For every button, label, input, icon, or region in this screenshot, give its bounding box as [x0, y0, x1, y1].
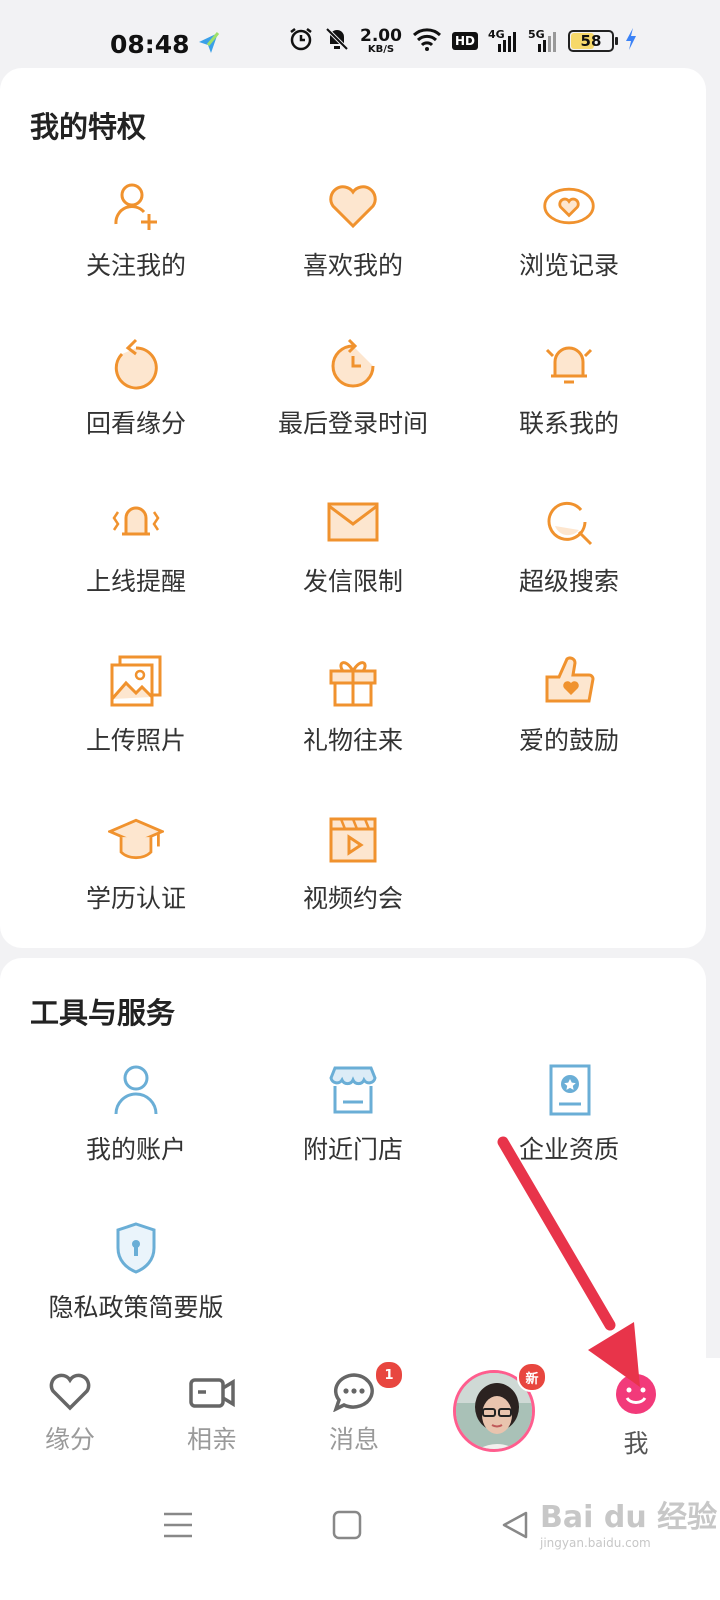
- privilege-rewind[interactable]: 回看缘分: [28, 336, 244, 440]
- privilege-online-reminder[interactable]: 上线提醒: [28, 494, 244, 598]
- message-count-badge: 1: [374, 1360, 404, 1390]
- photo-icon: [108, 653, 164, 709]
- gift-icon: [325, 653, 381, 709]
- tool-label: 企业资质: [518, 1135, 619, 1164]
- rewind-icon: [108, 336, 164, 392]
- tool-label: 隐私政策简要版: [48, 1293, 224, 1322]
- thumbs-up-heart-icon: [541, 653, 597, 709]
- video-camera-icon: [188, 1372, 236, 1416]
- privileges-card: 我的特权 关注我的 喜欢我的 浏览记录 回看缘分 最后登录时间 联系我的 上线提…: [0, 68, 706, 948]
- home-icon[interactable]: [332, 1510, 362, 1544]
- privilege-video-date[interactable]: 视频约会: [245, 811, 461, 915]
- privilege-gifts[interactable]: 礼物往来: [245, 653, 461, 757]
- nav-tab-fate[interactable]: 缘分: [20, 1372, 120, 1456]
- shield-lock-icon: [108, 1220, 164, 1276]
- tool-enterprise-qualification[interactable]: 企业资质: [461, 1062, 677, 1166]
- privileges-title: 我的特权: [30, 110, 147, 144]
- alarm-icon: [288, 26, 314, 56]
- heart-outline-icon: [48, 1372, 92, 1416]
- app-notification-icon: [196, 30, 222, 60]
- video-play-icon: [325, 811, 381, 867]
- heart-icon: [325, 178, 381, 234]
- privilege-label: 超级搜索: [518, 567, 619, 596]
- graduation-cap-icon: [108, 811, 164, 867]
- back-icon[interactable]: [500, 1510, 530, 1544]
- bell-vibrate-icon: [108, 494, 164, 550]
- privilege-label: 视频约会: [302, 884, 403, 913]
- nav-tab-blind-date[interactable]: 相亲: [162, 1372, 262, 1456]
- network-speed: 2.00 KB/S: [360, 25, 402, 55]
- tool-label: 我的账户: [85, 1135, 186, 1164]
- bottom-navigation: 缘分 相亲 消息 1 我: [0, 1358, 720, 1468]
- tool-label: 附近门店: [302, 1135, 403, 1164]
- privilege-label: 上线提醒: [85, 567, 186, 596]
- charging-icon: [624, 27, 638, 55]
- privilege-label: 回看缘分: [85, 409, 186, 438]
- privilege-education[interactable]: 学历认证: [28, 811, 244, 915]
- baidu-jingyan-watermark: Bai du 经验 jingyan.baidu.com: [540, 1500, 718, 1550]
- battery-indicator: 58: [567, 30, 618, 52]
- privilege-label: 浏览记录: [518, 251, 619, 280]
- wifi-icon: [412, 27, 442, 55]
- privilege-label: 联系我的: [518, 409, 619, 438]
- tools-title: 工具与服务: [30, 996, 176, 1030]
- clock-return-icon: [325, 336, 381, 392]
- privilege-last-login[interactable]: 最后登录时间: [245, 336, 461, 440]
- privilege-upload-photo[interactable]: 上传照片: [28, 653, 244, 757]
- privilege-browse-history[interactable]: 浏览记录: [461, 178, 677, 282]
- nav-label: 缘分: [44, 1425, 95, 1454]
- certificate-icon: [541, 1062, 597, 1118]
- smile-icon: [614, 1372, 658, 1420]
- privilege-super-search[interactable]: 超级搜索: [461, 494, 677, 598]
- privilege-label: 礼物往来: [302, 726, 403, 755]
- chat-bubble-icon: [332, 1372, 376, 1416]
- eye-heart-icon: [541, 178, 597, 234]
- privilege-contacted-me[interactable]: 联系我的: [461, 336, 677, 440]
- privilege-label: 发信限制: [302, 567, 403, 596]
- privilege-label: 学历认证: [85, 884, 186, 913]
- nav-tab-me[interactable]: 我: [586, 1372, 686, 1460]
- privilege-likes[interactable]: 喜欢我的: [245, 178, 461, 282]
- hd-voice-indicator: HD: [451, 32, 478, 50]
- privilege-followers[interactable]: 关注我的: [28, 178, 244, 282]
- tool-my-account[interactable]: 我的账户: [28, 1062, 244, 1166]
- status-time: 08:48: [110, 30, 190, 59]
- privilege-label: 关注我的: [85, 251, 186, 280]
- privilege-love-encourage[interactable]: 爱的鼓励: [461, 653, 677, 757]
- status-bar: 08:48 2.00 KB/S HD 4G 5G 58: [0, 0, 720, 68]
- tools-card: 工具与服务 我的账户 附近门店 企业资质 隐私政策简要版: [0, 958, 706, 1358]
- nav-label: 我: [623, 1429, 649, 1458]
- menu-icon[interactable]: [162, 1510, 194, 1544]
- privilege-label: 最后登录时间: [277, 409, 428, 438]
- bell-ringing-icon: [541, 336, 597, 392]
- privilege-letter-limit[interactable]: 发信限制: [245, 494, 461, 598]
- tool-nearby-stores[interactable]: 附近门店: [245, 1062, 461, 1166]
- privilege-label: 上传照片: [85, 726, 186, 755]
- mute-icon: [324, 26, 350, 56]
- signal-4g: 4G: [488, 28, 518, 54]
- user-icon: [108, 1062, 164, 1118]
- tool-privacy-policy[interactable]: 隐私政策简要版: [28, 1220, 244, 1324]
- privilege-label: 爱的鼓励: [518, 726, 619, 755]
- envelope-icon: [325, 494, 381, 550]
- search-icon: [541, 494, 597, 550]
- store-icon: [325, 1062, 381, 1118]
- nav-label: 消息: [328, 1425, 379, 1454]
- nav-label: 相亲: [186, 1425, 237, 1454]
- signal-5g: 5G: [528, 28, 558, 54]
- new-badge: 新: [517, 1362, 547, 1392]
- privilege-label: 喜欢我的: [302, 251, 403, 280]
- add-user-icon: [108, 178, 164, 234]
